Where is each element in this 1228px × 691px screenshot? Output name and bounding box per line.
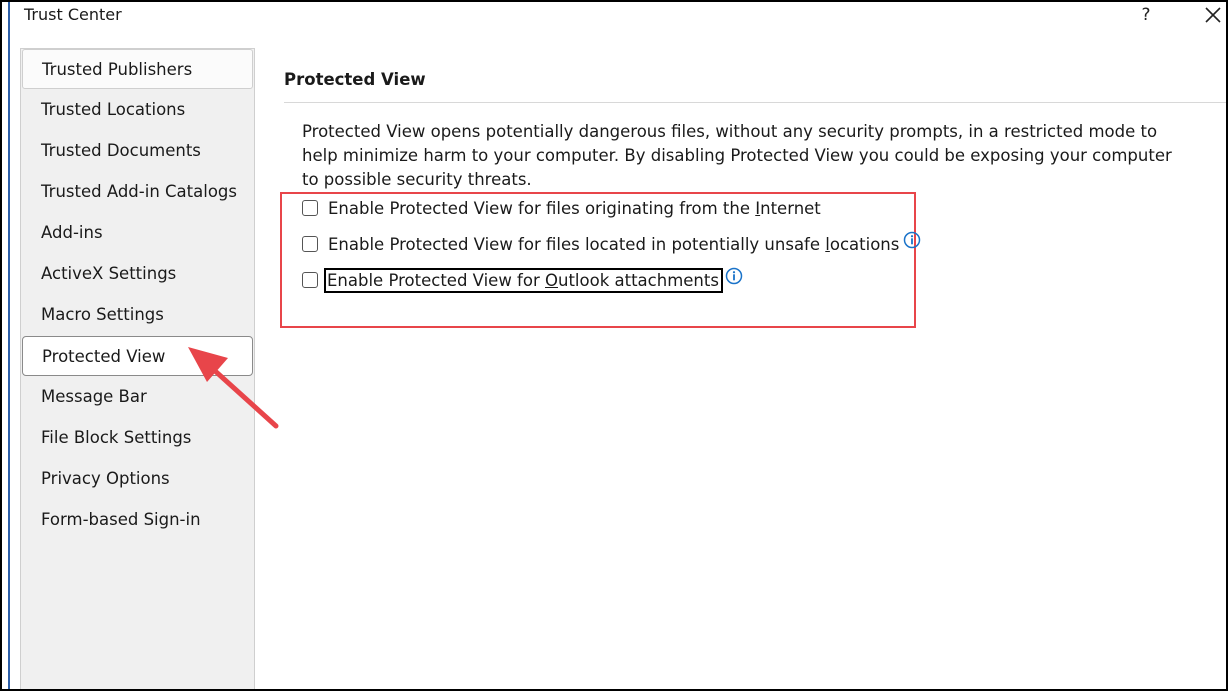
sidebar-item-label: Add-ins (41, 223, 103, 242)
section-divider (284, 102, 1226, 103)
sidebar-item-label: Trusted Publishers (42, 60, 193, 79)
main-content: Protected View Protected View opens pote… (264, 48, 1226, 688)
sidebar-item-label: Protected View (42, 347, 166, 366)
internet-files-checkbox[interactable] (302, 200, 318, 216)
sidebar-item-activex-settings[interactable]: ActiveX Settings (21, 254, 254, 294)
sidebar-item-trusted-add-in-catalogs[interactable]: Trusted Add-in Catalogs (21, 172, 254, 212)
trust-center-dialog: Trust Center ? Trusted Publishers Truste… (0, 0, 1228, 691)
sidebar-item-protected-view[interactable]: Protected View (22, 336, 253, 376)
dialog-title: Trust Center (24, 5, 122, 24)
sidebar-item-label: Message Bar (41, 387, 147, 406)
window-edge-accent (8, 2, 10, 689)
sidebar-item-label: Trusted Locations (41, 100, 186, 119)
sidebar-item-macro-settings[interactable]: Macro Settings (21, 295, 254, 335)
sidebar-item-label: Trusted Documents (41, 141, 201, 160)
sidebar-item-label: Macro Settings (41, 305, 164, 324)
section-description: Protected View opens potentially dangero… (302, 122, 1172, 189)
sidebar-item-label: Form-based Sign-in (41, 510, 201, 529)
sidebar-item-form-based-sign-in[interactable]: Form-based Sign-in (21, 500, 254, 540)
sidebar-item-file-block-settings[interactable]: File Block Settings (21, 418, 254, 458)
option-internet-files[interactable]: Enable Protected View for files originat… (302, 197, 821, 219)
option-label: Enable Protected View for files originat… (328, 198, 821, 218)
sidebar-item-label: Trusted Add-in Catalogs (41, 182, 237, 201)
sidebar: Trusted Publishers Trusted Locations Tru… (20, 48, 255, 689)
sidebar-item-label: Privacy Options (41, 469, 170, 488)
sidebar-item-privacy-options[interactable]: Privacy Options (21, 459, 254, 499)
sidebar-item-message-bar[interactable]: Message Bar (21, 377, 254, 417)
option-outlook-attachments[interactable]: Enable Protected View for Outlook attach… (302, 267, 743, 293)
section-title: Protected View (284, 70, 426, 89)
close-icon (1205, 7, 1221, 23)
close-button[interactable] (1198, 2, 1226, 30)
title-bar: Trust Center ? (2, 2, 1226, 32)
outlook-attachments-checkbox[interactable] (302, 272, 318, 288)
info-icon[interactable] (725, 267, 743, 285)
sidebar-item-trusted-publishers[interactable]: Trusted Publishers (22, 49, 253, 89)
sidebar-item-trusted-documents[interactable]: Trusted Documents (21, 131, 254, 171)
sidebar-item-label: ActiveX Settings (41, 264, 177, 283)
sidebar-item-trusted-locations[interactable]: Trusted Locations (21, 90, 254, 130)
option-label: Enable Protected View for files located … (328, 234, 900, 254)
sidebar-item-label: File Block Settings (41, 428, 192, 447)
unsafe-locations-checkbox[interactable] (302, 236, 318, 252)
sidebar-item-add-ins[interactable]: Add-ins (21, 213, 254, 253)
help-button[interactable]: ? (1136, 3, 1156, 27)
option-unsafe-locations[interactable]: Enable Protected View for files located … (302, 231, 921, 255)
info-icon[interactable] (903, 231, 921, 249)
option-label: Enable Protected View for Outlook attach… (324, 267, 723, 293)
